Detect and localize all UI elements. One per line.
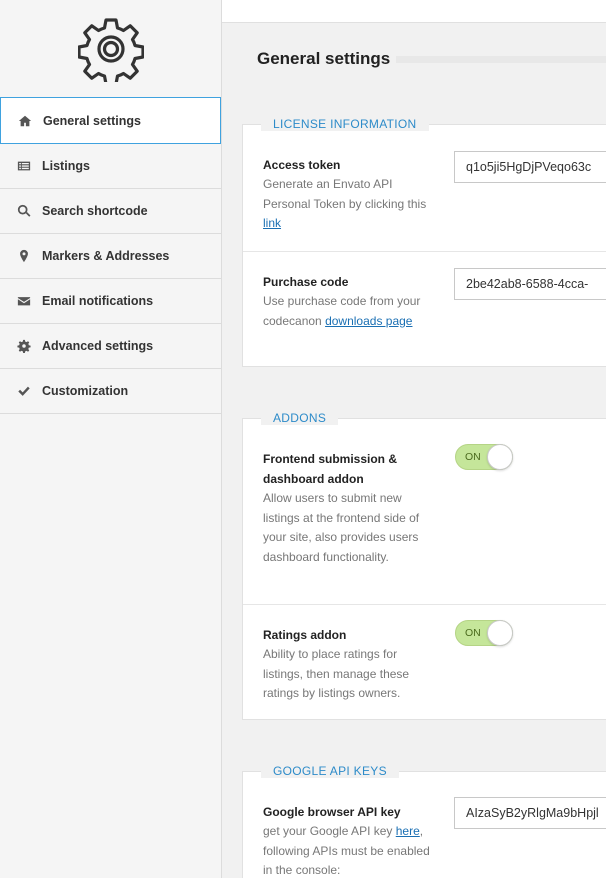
sidebar-item-email-notifications[interactable]: Email notifications — [0, 279, 221, 324]
toggle-knob — [487, 620, 513, 646]
sidebar-nav: General settings Listings Search shortco… — [0, 97, 221, 414]
gear-logo-icon — [77, 17, 144, 82]
description-text: get your Google API key — [263, 824, 396, 838]
header-divider — [396, 56, 606, 63]
list-icon — [17, 159, 31, 173]
ratings-addon-toggle[interactable]: ON — [455, 620, 513, 646]
sidebar: General settings Listings Search shortco… — [0, 0, 222, 878]
sidebar-item-label: Email notifications — [42, 294, 154, 308]
sidebar-item-label: Advanced settings — [42, 339, 154, 353]
sidebar-item-markers-addresses[interactable]: Markers & Addresses — [0, 234, 221, 279]
description-text: Generate an Envato API Personal Token by… — [263, 177, 427, 211]
sidebar-item-listings[interactable]: Listings — [0, 144, 221, 189]
frontend-submission-field: Frontend submission & dashboard addon Al… — [243, 419, 606, 605]
envelope-icon — [17, 294, 31, 308]
ratings-addon-field: Ratings addon Ability to place ratings f… — [243, 605, 606, 720]
gear-icon — [17, 339, 31, 353]
sidebar-item-label: Listings — [42, 159, 90, 173]
google-browser-key-input[interactable]: AIzaSyB2yRlgMa9bHpjl — [454, 797, 606, 829]
access-token-link[interactable]: link — [263, 216, 281, 230]
access-token-input[interactable]: q1o5ji5HgDjPVeqo63c — [454, 151, 606, 183]
sidebar-item-advanced-settings[interactable]: Advanced settings — [0, 324, 221, 369]
field-label: Google browser API key — [263, 805, 401, 819]
top-bar — [222, 0, 606, 23]
google-api-key-link[interactable]: here — [396, 824, 420, 838]
main-content: General settings LICENSE INFORMATION Acc… — [222, 0, 606, 878]
sidebar-item-label: Customization — [42, 384, 129, 398]
addons-section: ADDONS Frontend submission & dashboard a… — [242, 411, 606, 720]
purchase-code-input[interactable]: 2be42ab8-6588-4cca- — [454, 268, 606, 300]
logo — [0, 0, 221, 97]
sidebar-item-search-shortcode[interactable]: Search shortcode — [0, 189, 221, 234]
field-label: Access token — [263, 158, 341, 172]
check-icon — [17, 384, 31, 398]
access-token-field: Access token Generate an Envato API Pers… — [243, 125, 606, 252]
license-information-section: LICENSE INFORMATION Access token Generat… — [242, 117, 606, 368]
downloads-page-link[interactable]: downloads page — [325, 314, 412, 328]
google-api-keys-section: GOOGLE API KEYS Google browser API key g… — [242, 764, 606, 878]
field-description: Allow users to submit new listings at th… — [263, 491, 420, 564]
frontend-submission-toggle[interactable]: ON — [455, 444, 513, 470]
field-description: Use purchase code from your codecanon do… — [263, 292, 438, 331]
toggle-knob — [487, 444, 513, 470]
sidebar-item-general-settings[interactable]: General settings — [0, 97, 221, 144]
field-label: Purchase code — [263, 275, 349, 289]
field-label: Ratings addon — [263, 628, 347, 642]
home-icon — [18, 114, 32, 128]
field-description: Generate an Envato API Personal Token by… — [263, 175, 438, 234]
page-title: General settings — [257, 49, 391, 68]
sidebar-item-label: Markers & Addresses — [42, 249, 170, 263]
toggle-state-label: ON — [465, 451, 481, 463]
field-label: Frontend submission & dashboard addon — [263, 452, 398, 486]
search-icon — [17, 204, 31, 218]
toggle-state-label: ON — [465, 627, 481, 639]
sidebar-item-label: Search shortcode — [42, 204, 148, 218]
purchase-code-field: Purchase code Use purchase code from you… — [243, 252, 606, 368]
map-marker-icon — [17, 249, 31, 263]
sidebar-item-label: General settings — [43, 113, 141, 128]
google-browser-key-field: Google browser API key get your Google A… — [243, 772, 606, 878]
page-header: General settings — [222, 23, 606, 95]
field-description: get your Google API key here, following … — [263, 822, 438, 878]
field-description: Ability to place ratings for listings, t… — [263, 647, 410, 700]
sidebar-item-customization[interactable]: Customization — [0, 369, 221, 414]
